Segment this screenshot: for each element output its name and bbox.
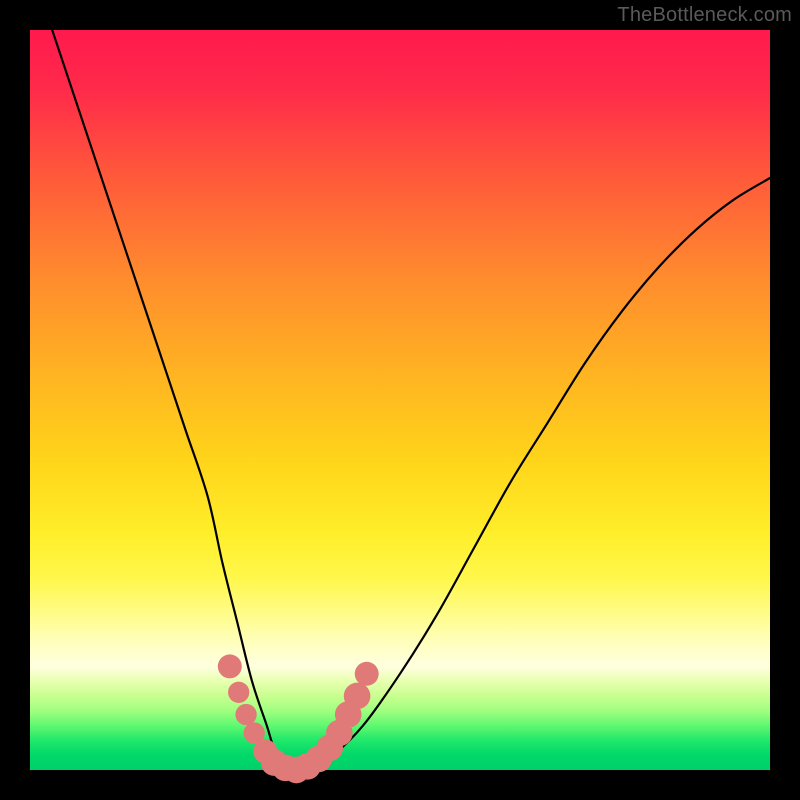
marker-dot (235, 704, 256, 725)
watermark-text: TheBottleneck.com (617, 4, 792, 27)
marker-dot (218, 654, 242, 678)
marker-dot (228, 682, 249, 703)
bottleneck-curve (52, 30, 770, 772)
marker-dot (355, 662, 379, 686)
chart-svg (30, 30, 770, 770)
highlighted-points (218, 654, 379, 783)
marker-dot (344, 683, 371, 710)
chart-frame: TheBottleneck.com (0, 0, 800, 800)
plot-area (30, 30, 770, 770)
